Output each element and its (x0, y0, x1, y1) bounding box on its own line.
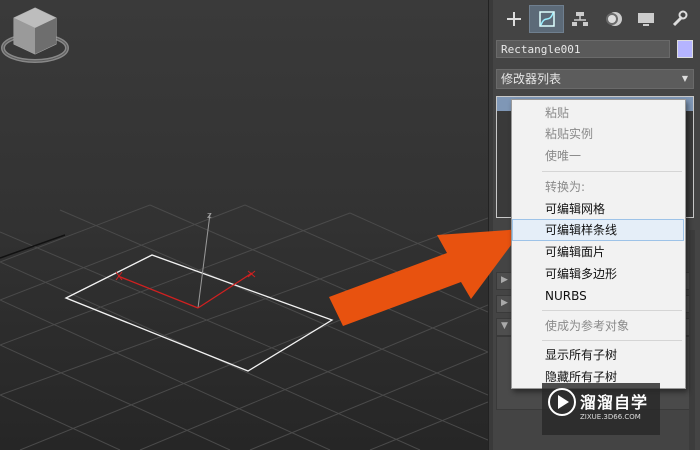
tab-display[interactable] (629, 6, 662, 32)
z-axis-label: z (207, 211, 212, 221)
chevron-down-icon: ▼ (681, 74, 688, 83)
menu-item-editable-spline[interactable]: 可编辑样条线 (512, 219, 684, 241)
command-panel-tabs (497, 5, 697, 33)
display-icon (637, 13, 654, 26)
modifier-list-label: 修改器列表 (501, 72, 562, 86)
menu-item-editable-patch[interactable]: 可编辑面片 (512, 242, 685, 262)
menu-item-editable-poly[interactable]: 可编辑多边形 (512, 264, 685, 284)
tab-utilities[interactable] (662, 6, 695, 32)
play-logo-icon (548, 388, 576, 416)
tab-create[interactable] (497, 6, 530, 32)
menu-item-paste-instance[interactable]: 粘贴实例 (512, 124, 685, 144)
motion-icon (605, 12, 622, 26)
menu-item-make-unique[interactable]: 使唯一 (512, 146, 685, 166)
menu-item-make-reference[interactable]: 使成为参考对象 (512, 316, 685, 336)
tab-modify[interactable] (529, 5, 564, 33)
context-menu: 粘贴 粘贴实例 使唯一 转换为: 可编辑网格 可编辑样条线 可编辑面片 可编辑多… (511, 99, 686, 389)
menu-item-show-all-subtree[interactable]: 显示所有子树 (512, 345, 685, 365)
watermark-url: ZIXUE.3D66.COM (580, 413, 641, 421)
wrench-icon (672, 10, 687, 27)
menu-item-paste[interactable]: 粘贴 (512, 103, 685, 123)
panel-scrollbar[interactable] (689, 230, 695, 450)
annotation-arrow (329, 229, 523, 326)
viewcube-icon[interactable] (0, 0, 72, 70)
watermark: 溜溜自学 ZIXUE.3D66.COM (542, 383, 660, 435)
tab-motion[interactable] (596, 6, 629, 32)
tab-hierarchy[interactable] (563, 6, 596, 32)
modifier-list-dropdown[interactable]: 修改器列表 ▼ (496, 69, 694, 89)
menu-item-convert-to: 转换为: (545, 180, 586, 194)
menu-item-editable-mesh[interactable]: 可编辑网格 (512, 199, 685, 219)
plus-icon (506, 12, 521, 26)
menu-separator (542, 310, 682, 311)
modify-icon (538, 11, 555, 27)
watermark-brand: 溜溜自学 (580, 393, 649, 412)
object-name-field[interactable]: Rectangle001 (496, 40, 670, 58)
app-window: z Rectangle001 修改器列表 ▼ ▶ ▶ ▼ 粘贴 粘贴实例 使唯一… (0, 0, 700, 450)
menu-separator (542, 340, 682, 341)
menu-separator (542, 171, 682, 172)
hierarchy-icon (571, 12, 588, 26)
menu-item-nurbs[interactable]: NURBS (512, 286, 685, 306)
object-color-swatch[interactable] (677, 40, 693, 58)
